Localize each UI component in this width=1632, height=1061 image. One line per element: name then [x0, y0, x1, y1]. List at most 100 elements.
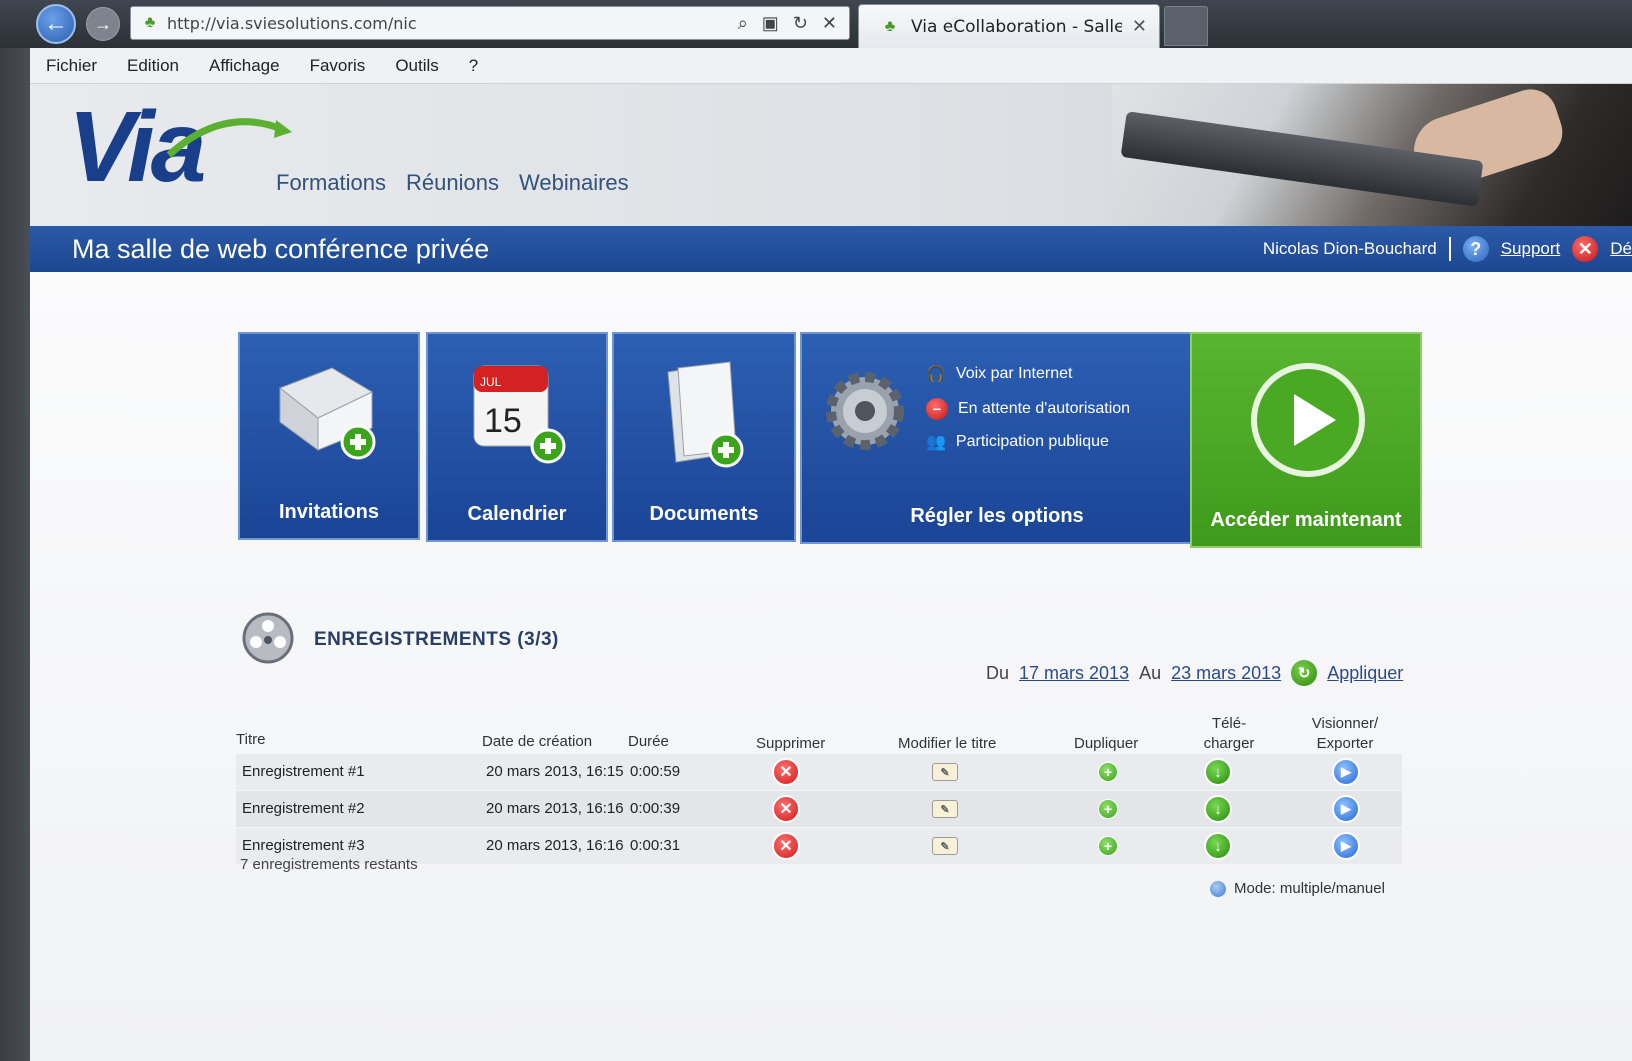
calendar-month: JUL [480, 375, 502, 389]
nav-reunions[interactable]: Réunions [406, 170, 499, 196]
address-bar[interactable]: ♣ http://via.sviesolutions.com/nic ⌕ ▣ ↻… [130, 6, 850, 40]
date-filter: Du 17 mars 2013 Au 23 mars 2013 ↻ Appliq… [986, 660, 1403, 686]
nav-webinaires[interactable]: Webinaires [519, 170, 629, 196]
row-duration: 0:00:59 [630, 763, 681, 780]
options-tile[interactable]: 🎧 Voix par Internet − En attente d'autor… [800, 332, 1194, 544]
documents-add-icon [667, 361, 744, 468]
headset-icon: 🎧 [926, 366, 946, 383]
remaining-count: 7 enregistrements restants [240, 856, 418, 873]
menu-favoris[interactable]: Favoris [306, 54, 370, 78]
logout-icon[interactable]: ✕ [1572, 236, 1599, 262]
option-public-label: Participation publique [955, 433, 1109, 450]
col-download-line1: Télé- [1211, 715, 1247, 732]
calendar-tile[interactable]: JUL 15 Calendrier [426, 332, 608, 542]
refresh-icon[interactable]: ↻ [793, 13, 808, 34]
view-export-icon[interactable]: ▶ [1332, 758, 1360, 786]
col-download-line2: charger [1203, 735, 1255, 752]
menu-outils[interactable]: Outils [391, 54, 442, 78]
search-icon[interactable]: ⌕ [738, 13, 748, 34]
from-date-link[interactable]: 17 mars 2013 [1019, 663, 1129, 684]
tab-close-icon[interactable]: ✕ [1132, 16, 1147, 37]
header-photo [1112, 84, 1632, 226]
row-created: 20 mars 2013, 16:16 [486, 800, 624, 817]
via-logo[interactable]: Via [68, 92, 292, 202]
duplicate-icon[interactable]: + [1098, 836, 1118, 856]
envelope-add-icon [279, 367, 376, 460]
to-date-link[interactable]: 23 mars 2013 [1171, 663, 1281, 684]
access-now-tile[interactable]: Accéder maintenant [1190, 332, 1422, 548]
view-export-icon[interactable]: ▶ [1332, 795, 1360, 823]
col-duplicate: Dupliquer [1074, 735, 1139, 752]
apply-link[interactable]: Appliquer [1327, 663, 1403, 684]
no-entry-icon: − [926, 398, 948, 420]
row-duration: 0:00:31 [630, 837, 681, 854]
invitations-label: Invitations [278, 501, 379, 523]
duplicate-icon[interactable]: + [1098, 799, 1118, 819]
url-text[interactable]: http://via.sviesolutions.com/nic [167, 14, 738, 33]
film-reel-icon [242, 612, 294, 664]
option-voice-label: Voix par Internet [955, 365, 1073, 382]
delete-icon[interactable]: ✕ [772, 795, 800, 823]
mode-indicator: Mode: multiple/manuel [1210, 880, 1385, 897]
col-rename: Modifier le titre [898, 735, 997, 752]
option-waiting-label: En attente d'autorisation [958, 400, 1131, 417]
mode-label: Mode: multiple/manuel [1234, 880, 1385, 897]
browser-tab[interactable]: ♣ Via eCollaboration - Salle pr... ✕ [858, 4, 1160, 48]
col-view-line2: Exporter [1316, 735, 1374, 752]
apply-icon[interactable]: ↻ [1291, 660, 1318, 686]
col-view-line1: Visionner/ [1311, 715, 1379, 732]
title-bar: Ma salle de web conférence privée Nicola… [30, 226, 1632, 272]
arrow-right-icon: → [94, 13, 112, 34]
info-icon [1210, 880, 1226, 897]
menu-edition[interactable]: Edition [123, 54, 183, 78]
user-area: Nicolas Dion-Bouchard ? Support ✕ Dé [1263, 226, 1632, 272]
page-title: Ma salle de web conférence privée [72, 233, 490, 264]
new-tab-button[interactable] [1164, 6, 1208, 46]
help-icon[interactable]: ? [1462, 236, 1489, 262]
menu-bar: Fichier Edition Affichage Favoris Outils… [30, 48, 1632, 84]
download-icon[interactable]: ↓ [1204, 832, 1232, 860]
site-header: Via Formations Réunions Webinaires [30, 84, 1632, 226]
col-view: Visionner/ Exporter [1300, 714, 1390, 754]
back-button[interactable]: ← [36, 4, 76, 44]
browser-toolbar: ← → ♣ http://via.sviesolutions.com/nic ⌕… [0, 0, 1632, 48]
calendar-add-icon: JUL 15 [473, 365, 566, 464]
view-export-icon[interactable]: ▶ [1332, 832, 1360, 860]
delete-icon[interactable]: ✕ [772, 758, 800, 786]
compat-view-icon[interactable]: ▣ [762, 13, 779, 34]
stop-icon[interactable]: ✕ [822, 13, 837, 34]
forward-button[interactable]: → [86, 7, 120, 41]
option-public: 👥 Participation publique [926, 432, 1109, 452]
logout-link[interactable]: Dé [1610, 239, 1632, 259]
desktop-edge [0, 48, 30, 1061]
divider [1448, 237, 1451, 261]
col-title: Titre [236, 731, 266, 748]
from-label: Du [986, 662, 1010, 683]
menu-help[interactable]: ? [465, 54, 482, 78]
edit-title-icon[interactable]: ✎ [932, 763, 958, 781]
gear-icon [826, 372, 904, 450]
recordings-header: ENREGISTREMENTS (3/3) [240, 610, 559, 670]
duplicate-icon[interactable]: + [1098, 762, 1118, 782]
browser-window: Fichier Edition Affichage Favoris Outils… [30, 48, 1632, 1061]
table-header: Titre Date de création Durée Supprimer M… [236, 702, 1402, 754]
edit-title-icon[interactable]: ✎ [932, 837, 958, 855]
edit-title-icon[interactable]: ✎ [932, 800, 958, 818]
menu-fichier[interactable]: Fichier [42, 54, 101, 78]
download-icon[interactable]: ↓ [1204, 795, 1232, 823]
site-favicon-icon: ♣ [144, 14, 156, 31]
col-delete: Supprimer [756, 735, 826, 752]
row-title: Enregistrement #3 [242, 837, 365, 854]
option-voice: 🎧 Voix par Internet [926, 364, 1072, 384]
documents-tile[interactable]: Documents [612, 332, 796, 542]
delete-icon[interactable]: ✕ [772, 832, 800, 860]
play-icon [1251, 363, 1365, 477]
invitations-tile[interactable]: Invitations [238, 332, 420, 540]
menu-affichage[interactable]: Affichage [205, 54, 284, 78]
main-content: Invitations JUL 15 Calendrier Documents [30, 272, 1632, 1061]
nav-formations[interactable]: Formations [276, 170, 386, 196]
support-link[interactable]: Support [1501, 239, 1561, 259]
download-icon[interactable]: ↓ [1204, 758, 1232, 786]
col-created: Date de création [482, 733, 593, 750]
to-label: Au [1139, 662, 1162, 683]
